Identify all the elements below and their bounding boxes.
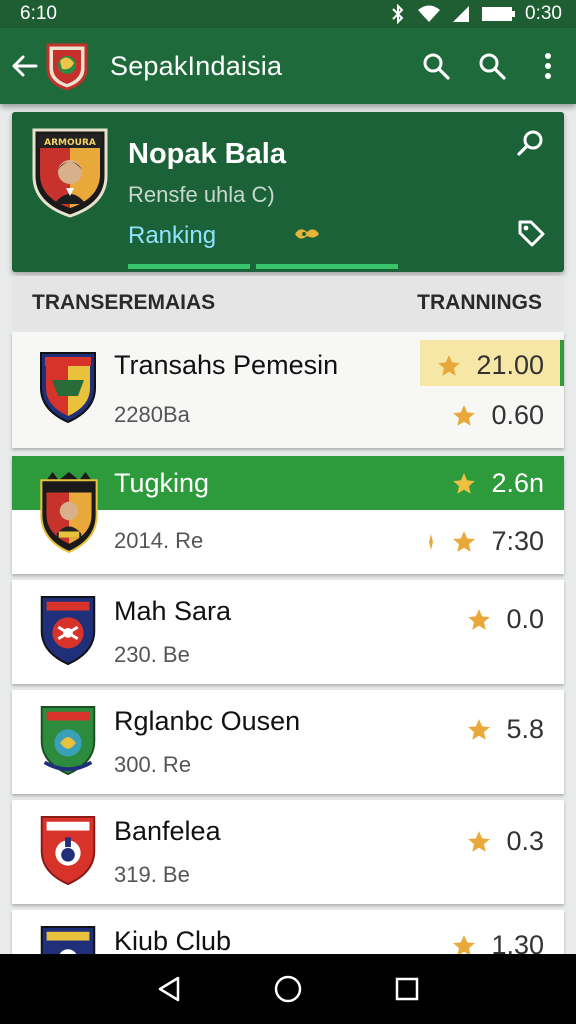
club-name: Transahs Pemesin xyxy=(114,350,339,380)
section-header: TRANSEREMAIAS TRANNINGS xyxy=(12,276,564,330)
rating: 0.60 xyxy=(451,400,544,431)
whistle-icon xyxy=(295,229,319,239)
card-search-button[interactable] xyxy=(516,128,546,163)
rating: 5.8 xyxy=(466,714,544,745)
rating-value: 5.8 xyxy=(506,714,544,744)
search-icon xyxy=(479,53,506,80)
rating-value: 0.60 xyxy=(491,400,544,430)
tab-indicator xyxy=(128,264,250,269)
star-icon xyxy=(468,718,491,740)
tab-indicator xyxy=(256,264,398,269)
wifi-icon xyxy=(418,5,441,22)
search-button[interactable] xyxy=(408,28,464,104)
sparkle-icon xyxy=(429,533,434,550)
club-sub: 319. Be xyxy=(114,862,190,887)
nav-recent-button[interactable] xyxy=(377,959,437,1019)
tab-ranking[interactable]: Ranking xyxy=(128,222,216,250)
status-clock: 0:30 xyxy=(525,3,562,24)
club-sub: 2280Ba xyxy=(114,402,190,427)
list-item[interactable]: Rglanbc Ousen 300. Re 5.8 xyxy=(12,690,564,794)
club-name: Kiub Club xyxy=(114,926,232,956)
rating-top-value: 21.00 xyxy=(476,350,544,380)
list-item[interactable]: Mah Sara 230. Be 0.0 xyxy=(12,580,564,684)
star-icon xyxy=(453,530,476,552)
profile-card: ARMOURA Nopak Bala Rensfe uhla C) Rankin… xyxy=(12,112,564,272)
club-sub: 230. Be xyxy=(114,642,190,667)
rating-top: 21.00 xyxy=(436,350,544,381)
circle-home-icon xyxy=(274,975,302,1003)
rating: 7:30 xyxy=(425,526,544,557)
club-name: Mah Sara xyxy=(114,596,232,626)
club-sub: 2014. Re xyxy=(114,528,204,553)
section-title-left: TRANSEREMAIAS xyxy=(32,291,216,314)
club-crest xyxy=(40,472,98,554)
system-nav-bar xyxy=(0,954,576,1024)
list-item-selected[interactable]: Tugking 2014. Re 2.6n 7:30 xyxy=(12,456,564,574)
battery-icon xyxy=(482,7,516,21)
profile-subtitle: Rensfe uhla C) xyxy=(128,182,275,207)
back-button[interactable] xyxy=(4,28,44,104)
app-logo xyxy=(46,43,88,91)
rating-top-value: 2.6n xyxy=(491,468,544,498)
profile-crest: ARMOURA xyxy=(32,128,108,218)
star-icon xyxy=(468,608,491,630)
rating: 0.0 xyxy=(466,604,544,635)
club-crest xyxy=(40,352,96,424)
rating-value: 0.0 xyxy=(506,604,544,634)
crest-banner-text: ARMOURA xyxy=(44,138,96,148)
triangle-back-icon xyxy=(159,976,180,1002)
club-name: Rglanbc Ousen xyxy=(114,706,301,736)
club-name: Banfelea xyxy=(114,816,221,846)
tag-button[interactable] xyxy=(516,218,546,253)
search-alt-button[interactable] xyxy=(464,28,520,104)
arrow-left-icon xyxy=(12,55,38,77)
club-sub: 300. Re xyxy=(114,752,192,777)
star-icon xyxy=(453,472,476,494)
status-icons: 0:30 xyxy=(389,3,562,25)
rating-value: 7:30 xyxy=(491,526,544,556)
signal-icon xyxy=(453,6,470,22)
more-vert-icon xyxy=(545,53,551,79)
more-options-button[interactable] xyxy=(520,28,576,104)
tag-icon xyxy=(518,220,545,247)
star-icon xyxy=(453,404,476,426)
search-icon xyxy=(423,53,450,80)
list-item[interactable]: Banfelea 319. Be 0.3 xyxy=(12,800,564,904)
rating: 0.3 xyxy=(466,826,544,857)
club-crest xyxy=(40,815,96,886)
search-icon xyxy=(517,130,543,156)
status-time: 6:10 xyxy=(20,3,57,24)
profile-name: Nopak Bala xyxy=(128,138,286,170)
section-title-right[interactable]: TRANNINGS xyxy=(417,291,542,315)
rating-top: 2.6n xyxy=(451,468,544,499)
square-recent-icon xyxy=(395,977,418,1001)
list-item[interactable]: Transahs Pemesin 2280Ba 21.00 0.60 xyxy=(12,332,564,448)
nav-back-button[interactable] xyxy=(139,959,199,1019)
star-icon xyxy=(438,354,461,376)
club-crest xyxy=(40,705,96,776)
club-crest xyxy=(40,595,96,666)
app-title: SepakIndaisia xyxy=(110,50,283,81)
club-name: Tugking xyxy=(114,468,210,498)
status-bar: 6:10 0:30 xyxy=(0,0,576,28)
star-icon xyxy=(468,830,491,852)
bluetooth-icon xyxy=(392,4,404,24)
app-bar: SepakIndaisia xyxy=(0,28,576,104)
nav-home-button[interactable] xyxy=(258,959,318,1019)
rating-value: 0.3 xyxy=(506,826,544,856)
